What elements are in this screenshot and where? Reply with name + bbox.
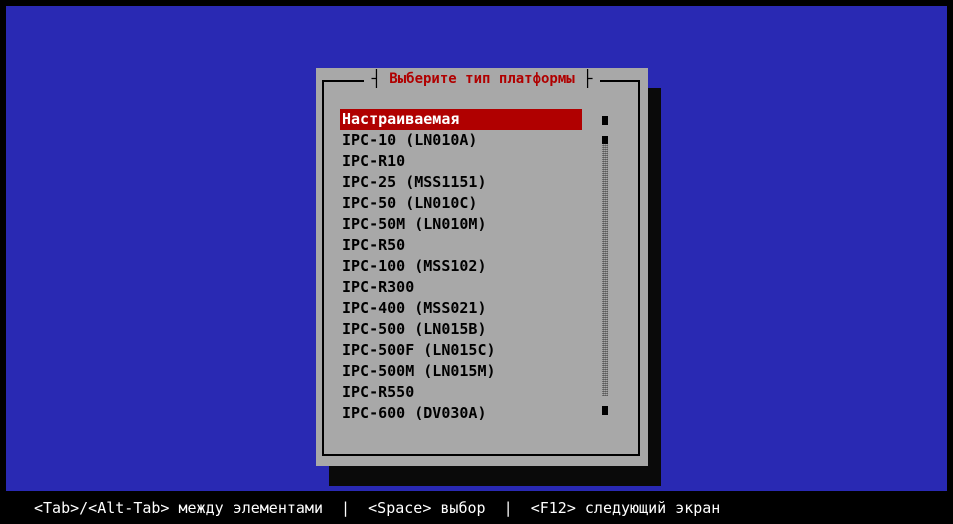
list-item[interactable]: IPC-600 (DV030A) [340, 403, 582, 424]
list-item[interactable]: IPC-100 (MSS102) [340, 256, 582, 277]
list-scrollbar[interactable] [602, 109, 612, 419]
list-item[interactable]: IPC-10 (LN010A) [340, 130, 582, 151]
list-item[interactable]: IPC-R300 [340, 277, 582, 298]
status-bar: <Tab>/<Alt-Tab> между элементами | <Spac… [0, 491, 953, 524]
list-item[interactable]: IPC-400 (MSS021) [340, 298, 582, 319]
list-item[interactable]: IPC-500F (LN015C) [340, 340, 582, 361]
list-item[interactable]: Настраиваемая [340, 109, 582, 130]
list-item[interactable]: IPC-500 (LN015B) [340, 319, 582, 340]
dialog-title-bar: ┤ Выберите тип платформы ├ [316, 69, 648, 89]
platform-dialog: ┤ Выберите тип платформы ├ Настраиваемая… [316, 68, 648, 466]
scroll-up-marker[interactable] [602, 116, 608, 125]
title-left-tick: ┤ [371, 69, 382, 88]
list-item[interactable]: IPC-50 (LN010C) [340, 193, 582, 214]
list-item[interactable]: IPC-R10 [340, 151, 582, 172]
list-item[interactable]: IPC-25 (MSS1151) [340, 172, 582, 193]
title-right-tick: ├ [582, 69, 593, 88]
list-item[interactable]: IPC-R50 [340, 235, 582, 256]
status-bar-hints: <Tab>/<Alt-Tab> между элементами | <Spac… [34, 498, 721, 517]
dialog-title: Выберите тип платформы [389, 71, 575, 87]
platform-list[interactable]: Настраиваемая IPC-10 (LN010A) IPC-R10 IPC-2… [340, 109, 582, 424]
list-item[interactable]: IPC-500M (LN015M) [340, 361, 582, 382]
dialog-title-wrap: ┤ Выберите тип платформы ├ [363, 69, 601, 89]
list-item[interactable]: IPC-R550 [340, 382, 582, 403]
scroll-down-marker[interactable] [602, 406, 608, 415]
list-item[interactable]: IPC-50M (LN010M) [340, 214, 582, 235]
screen: ┤ Выберите тип платформы ├ Настраиваемая… [0, 0, 953, 524]
scroll-track[interactable] [602, 144, 608, 396]
